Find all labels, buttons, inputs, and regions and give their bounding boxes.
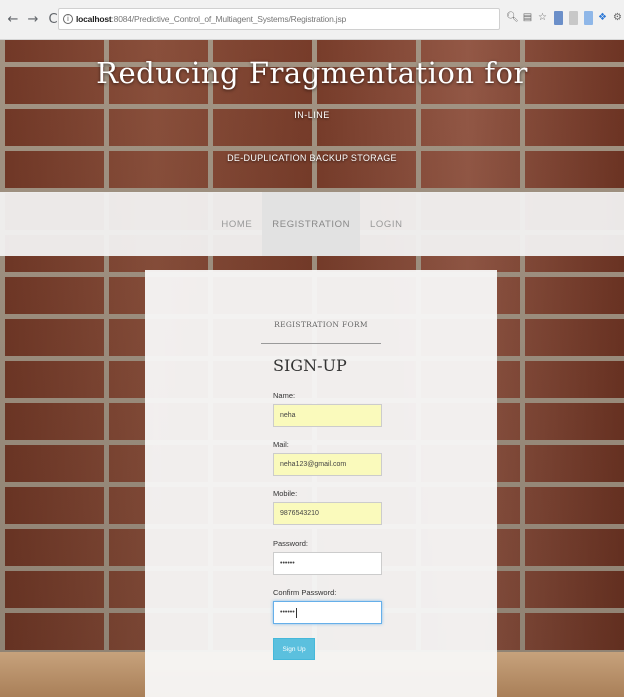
nav-home[interactable]: HOME xyxy=(211,192,262,256)
confirm-password-value: •••••• xyxy=(280,609,295,616)
name-input[interactable]: neha xyxy=(273,404,382,427)
browser-extensions: 🔍︎ ▤ ☆ ❖ ⚙ xyxy=(506,10,624,26)
bookmark-star-icon[interactable]: ☆ xyxy=(536,10,549,26)
registration-panel: REGISTRATION FORM SIGN-UP Name: neha Mai… xyxy=(145,270,497,697)
password-label: Password: xyxy=(273,539,309,548)
zoom-icon[interactable]: 🔍︎ xyxy=(506,10,519,26)
caption-divider xyxy=(261,343,381,344)
mail-label: Mail: xyxy=(273,440,289,449)
forward-arrow-icon[interactable]: → xyxy=(26,12,40,28)
site-subtitle-line2: DE-DUPLICATION BACKUP STORAGE xyxy=(227,153,397,163)
back-arrow-icon[interactable]: ← xyxy=(6,12,20,28)
form-heading: SIGN-UP xyxy=(273,356,347,375)
password-input[interactable]: •••••• xyxy=(273,552,382,575)
nav-login[interactable]: LOGIN xyxy=(360,192,413,256)
extension-icon[interactable] xyxy=(554,11,563,25)
extension-icon[interactable]: ❖ xyxy=(596,10,609,26)
extension-icon[interactable] xyxy=(569,11,578,25)
confirm-password-input[interactable]: •••••• xyxy=(273,601,382,624)
sign-up-button[interactable]: Sign Up xyxy=(273,638,315,660)
browser-toolbar: ← → C i localhost:8084/Predictive_Contro… xyxy=(0,0,624,40)
url-text: localhost:8084/Predictive_Control_of_Mul… xyxy=(76,14,347,24)
nav-registration[interactable]: REGISTRATION xyxy=(262,192,361,256)
extension-icon[interactable] xyxy=(584,11,593,25)
extension-icon[interactable]: ⚙ xyxy=(611,10,624,26)
translate-icon[interactable]: ▤ xyxy=(521,10,534,26)
confirm-password-label: Confirm Password: xyxy=(273,588,337,597)
mobile-input[interactable]: 9876543210 xyxy=(273,502,382,525)
mobile-label: Mobile: xyxy=(273,489,298,498)
form-caption: REGISTRATION FORM xyxy=(274,320,368,329)
site-subtitle-line1: IN-LINE xyxy=(294,110,330,120)
name-label: Name: xyxy=(273,391,296,400)
address-bar[interactable]: i localhost:8084/Predictive_Control_of_M… xyxy=(58,8,500,30)
main-navigation: HOME REGISTRATION LOGIN xyxy=(0,192,624,256)
site-title: Reducing Fragmentation for xyxy=(96,56,528,90)
mail-input[interactable]: neha123@gmail.com xyxy=(273,453,382,476)
info-icon[interactable]: i xyxy=(63,14,73,24)
text-caret xyxy=(295,607,297,618)
